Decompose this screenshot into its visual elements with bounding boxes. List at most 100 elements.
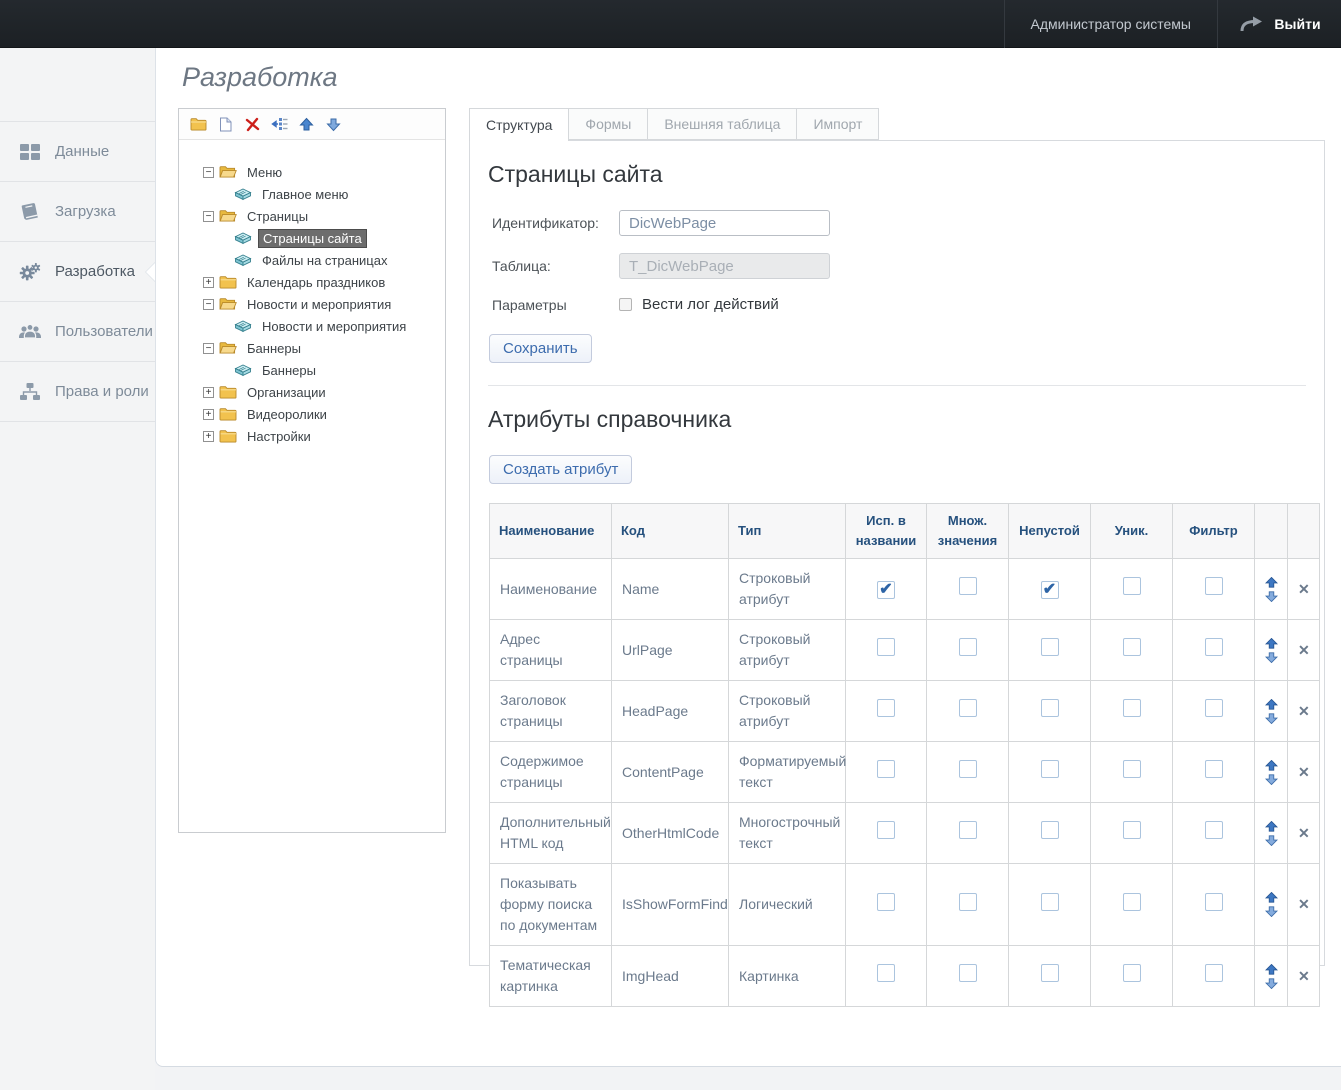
checkbox-not-empty[interactable] (1041, 760, 1059, 778)
checkbox-use-in-name[interactable] (877, 821, 895, 839)
move-down-button[interactable] (1265, 591, 1278, 602)
checkbox-unique[interactable] (1123, 760, 1141, 778)
move-up-button[interactable] (1265, 760, 1278, 771)
move-down-button[interactable] (1265, 652, 1278, 663)
checkbox-multiple-values[interactable] (959, 577, 977, 595)
log-actions-checkbox[interactable] (619, 298, 632, 311)
move-into-icon[interactable] (270, 115, 288, 133)
delete-row-button[interactable]: ✕ (1288, 864, 1320, 946)
tab-forms[interactable]: Формы (569, 108, 647, 140)
checkbox-use-in-name[interactable] (877, 964, 895, 982)
tab-import[interactable]: Импорт (796, 108, 879, 140)
checkbox-not-empty[interactable] (1041, 638, 1059, 656)
checkbox-filter[interactable] (1205, 699, 1223, 717)
checkbox-use-in-name[interactable] (877, 638, 895, 656)
logout-button[interactable]: Выйти (1219, 0, 1341, 48)
save-button[interactable]: Сохранить (489, 334, 592, 363)
checkbox-use-in-name[interactable] (877, 699, 895, 717)
tree-item[interactable]: −Баннеры (181, 337, 441, 359)
delete-row-button[interactable]: ✕ (1288, 620, 1320, 681)
arrow-up-icon[interactable] (297, 115, 315, 133)
tree-item[interactable]: +Организации (181, 381, 441, 403)
checkbox-unique[interactable] (1123, 699, 1141, 717)
delete-row-button[interactable]: ✕ (1288, 803, 1320, 864)
checkbox-unique[interactable] (1123, 577, 1141, 595)
checkbox-multiple-values[interactable] (959, 821, 977, 839)
tab-external-table[interactable]: Внешняя таблица (647, 108, 796, 140)
tree-expander-minus-icon[interactable]: − (203, 343, 214, 354)
tree-item[interactable]: Файлы на страницах (181, 249, 441, 271)
checkbox-filter[interactable] (1205, 893, 1223, 911)
delete-row-button[interactable]: ✕ (1288, 559, 1320, 620)
sidebar-item-upload[interactable]: Загрузка (0, 182, 155, 242)
checkbox-multiple-values[interactable] (959, 760, 977, 778)
tree-item[interactable]: −Страницы (181, 205, 441, 227)
tree-item[interactable]: Баннеры (181, 359, 441, 381)
delete-icon[interactable] (243, 115, 261, 133)
tree-item[interactable]: +Календарь праздников (181, 271, 441, 293)
move-down-button[interactable] (1265, 906, 1278, 917)
move-down-button[interactable] (1265, 774, 1278, 785)
tree-expander-plus-icon[interactable]: + (203, 409, 214, 420)
tree-item[interactable]: −Новости и мероприятия (181, 293, 441, 315)
checkbox-use-in-name[interactable] (877, 760, 895, 778)
tree-item-label: Страницы сайта (258, 229, 367, 248)
tree-expander-minus-icon[interactable]: − (203, 211, 214, 222)
move-up-button[interactable] (1265, 964, 1278, 975)
checkbox-multiple-values[interactable] (959, 964, 977, 982)
checkbox-not-empty[interactable] (1041, 821, 1059, 839)
tree-item[interactable]: +Настройки (181, 425, 441, 447)
tree-item[interactable]: −Меню (181, 161, 441, 183)
tree-item[interactable]: Страницы сайта (181, 227, 441, 249)
move-up-button[interactable] (1265, 699, 1278, 710)
sidebar-item-users[interactable]: Пользователи (0, 302, 155, 362)
folder-closed-icon (219, 275, 237, 289)
sidebar-item-rights[interactable]: Права и роли (0, 362, 155, 422)
tree-expander-minus-icon[interactable]: − (203, 299, 214, 310)
identifier-input[interactable] (619, 210, 830, 236)
create-attribute-button[interactable]: Создать атрибут (489, 455, 632, 484)
delete-row-button[interactable]: ✕ (1288, 742, 1320, 803)
tree-item[interactable]: Новости и мероприятия (181, 315, 441, 337)
checkbox-not-empty[interactable] (1041, 964, 1059, 982)
checkbox-use-in-name[interactable]: ✔ (877, 581, 895, 599)
move-down-button[interactable] (1265, 713, 1278, 724)
tab-structure[interactable]: Структура (469, 108, 569, 141)
checkbox-filter[interactable] (1205, 577, 1223, 595)
current-user[interactable]: Администратор системы (1004, 0, 1218, 48)
tree-expander-plus-icon[interactable]: + (203, 431, 214, 442)
sidebar-item-development[interactable]: Разработка (0, 242, 155, 302)
checkbox-multiple-values[interactable] (959, 638, 977, 656)
checkbox-not-empty[interactable] (1041, 893, 1059, 911)
tree-item[interactable]: Главное меню (181, 183, 441, 205)
arrow-down-icon[interactable] (324, 115, 342, 133)
tree-item[interactable]: +Видеоролики (181, 403, 441, 425)
checkbox-not-empty[interactable]: ✔ (1041, 581, 1059, 599)
checkbox-multiple-values[interactable] (959, 699, 977, 717)
folder-icon[interactable] (189, 115, 207, 133)
delete-row-button[interactable]: ✕ (1288, 946, 1320, 1007)
checkbox-filter[interactable] (1205, 638, 1223, 656)
move-up-button[interactable] (1265, 638, 1278, 649)
sidebar-item-data[interactable]: Данные (0, 122, 155, 182)
checkbox-not-empty[interactable] (1041, 699, 1059, 717)
tree-expander-minus-icon[interactable]: − (203, 167, 214, 178)
move-up-button[interactable] (1265, 577, 1278, 588)
checkbox-filter[interactable] (1205, 964, 1223, 982)
checkbox-filter[interactable] (1205, 821, 1223, 839)
checkbox-multiple-values[interactable] (959, 893, 977, 911)
delete-row-button[interactable]: ✕ (1288, 681, 1320, 742)
checkbox-unique[interactable] (1123, 893, 1141, 911)
new-document-icon[interactable] (216, 115, 234, 133)
checkbox-unique[interactable] (1123, 638, 1141, 656)
checkbox-filter[interactable] (1205, 760, 1223, 778)
tree-expander-plus-icon[interactable]: + (203, 387, 214, 398)
move-up-button[interactable] (1265, 892, 1278, 903)
tree-expander-plus-icon[interactable]: + (203, 277, 214, 288)
checkbox-use-in-name[interactable] (877, 893, 895, 911)
checkbox-unique[interactable] (1123, 964, 1141, 982)
checkbox-unique[interactable] (1123, 821, 1141, 839)
move-up-button[interactable] (1265, 821, 1278, 832)
move-down-button[interactable] (1265, 835, 1278, 846)
move-down-button[interactable] (1265, 978, 1278, 989)
